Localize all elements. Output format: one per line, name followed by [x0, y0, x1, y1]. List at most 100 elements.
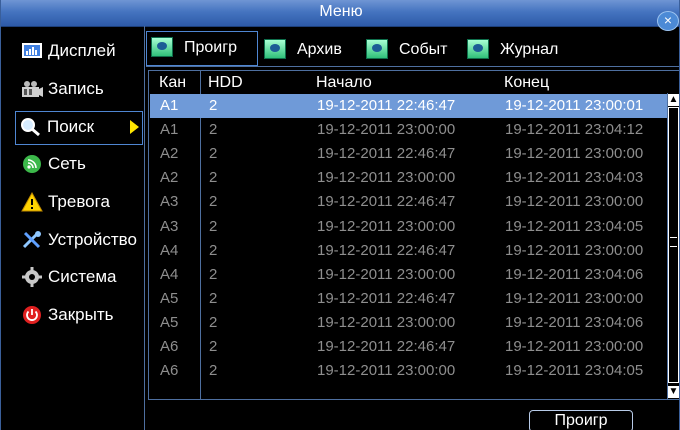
sidebar-item-label: Система: [48, 267, 117, 286]
tab-playback[interactable]: Проигр: [146, 31, 258, 66]
table-row[interactable]: A5 2 19-12-2011 22:46:47 19-12-2011 23:00:0…: [150, 287, 669, 311]
sidebar-item-network[interactable]: Сеть: [17, 149, 145, 179]
sidebar-item-label: Поиск: [47, 117, 95, 136]
cell-channel: A4: [160, 241, 179, 259]
column-header-channel: Кан: [159, 74, 187, 91]
cell-start: 19-12-2011 23:00:00: [317, 121, 456, 139]
network-icon: [21, 154, 43, 174]
cell-end: 19-12-2011 23:04:06: [505, 313, 644, 331]
cell-start: 19-12-2011 23:00:00: [317, 265, 456, 283]
sidebar-item-alarm[interactable]: Тревога: [17, 187, 145, 217]
sidebar-item-label: Запись: [48, 79, 104, 98]
tab-archive[interactable]: Архив: [260, 34, 360, 64]
cell-end: 19-12-2011 23:00:00: [505, 193, 644, 211]
cell-end: 19-12-2011 23:04:12: [505, 121, 644, 139]
window-title: Меню: [319, 3, 363, 20]
scroll-down-button[interactable]: ▼: [668, 386, 679, 398]
camera-tab-icon: [151, 37, 173, 57]
cell-channel: A5: [160, 313, 179, 331]
cell-hdd: 2: [209, 145, 218, 163]
table-row[interactable]: A3 2 19-12-2011 23:00:00 19-12-2011 23:04:0…: [150, 215, 669, 239]
sidebar-item-search[interactable]: Поиск: [15, 111, 143, 145]
cell-end: 19-12-2011 23:00:00: [505, 338, 644, 355]
scroll-up-button[interactable]: ▲: [668, 94, 679, 106]
tab-log[interactable]: Журнал: [463, 34, 583, 64]
table-row[interactable]: A4 2 19-12-2011 22:46:47 19-12-2011 23:00:0…: [150, 239, 669, 263]
chevron-up-icon: ▲: [668, 94, 679, 105]
sidebar-item-label: Закрыть: [48, 305, 114, 324]
camera-tab-icon: [467, 39, 489, 59]
cell-hdd: 2: [209, 97, 218, 114]
cell-channel: A4: [160, 265, 179, 283]
sidebar-item-label: Дисплей: [48, 41, 116, 60]
cell-channel: A3: [160, 193, 179, 211]
table-row[interactable]: A4 2 19-12-2011 23:00:00 19-12-2011 23:04:0…: [150, 263, 669, 287]
recordings-table: Кан HDD Начало Конец A1 2 19-12-2011 22:46…: [148, 70, 679, 400]
title-bar: Меню ×: [1, 0, 679, 31]
column-header-hdd: HDD: [208, 74, 243, 91]
cell-hdd: 2: [209, 193, 218, 211]
cell-channel: A2: [160, 145, 179, 163]
cell-start: 19-12-2011 22:46:47: [317, 193, 456, 211]
tab-events[interactable]: Событ: [362, 34, 462, 64]
table-scrollbar[interactable]: ▲ ▼: [667, 93, 679, 399]
display-icon: [21, 41, 43, 61]
table-row[interactable]: A2 2 19-12-2011 23:00:00 19-12-2011 23:04:0…: [150, 166, 669, 190]
cell-hdd: 2: [209, 121, 218, 139]
cell-start: 19-12-2011 23:00:00: [317, 362, 456, 380]
tab-label: Архив: [297, 41, 342, 58]
sidebar-item-label: Устройство: [48, 230, 137, 249]
cell-end: 19-12-2011 23:00:00: [505, 289, 644, 307]
cell-end: 19-12-2011 23:04:05: [505, 362, 644, 380]
sidebar-item-label: Тревога: [48, 192, 110, 211]
cell-start: 19-12-2011 22:46:47: [317, 289, 456, 307]
tab-label: Проигр: [184, 39, 237, 56]
cell-start: 19-12-2011 22:46:47: [317, 241, 456, 259]
cell-hdd: 2: [209, 241, 218, 259]
sidebar-item-close[interactable]: Закрыть: [17, 300, 145, 330]
sidebar-item-device[interactable]: Устройство: [17, 225, 145, 255]
sidebar-item-display[interactable]: Дисплей: [17, 36, 145, 66]
cell-start: 19-12-2011 22:46:47: [317, 145, 456, 163]
table-header: Кан HDD Начало Конец: [149, 71, 679, 93]
chevron-down-icon: ▼: [668, 386, 679, 397]
cell-channel: A1: [160, 97, 179, 114]
table-row[interactable]: A2 2 19-12-2011 22:46:47 19-12-2011 23:00:0…: [150, 142, 669, 166]
table-row[interactable]: A3 2 19-12-2011 22:46:47 19-12-2011 23:00:0…: [150, 190, 669, 214]
cell-end: 19-12-2011 23:04:05: [505, 217, 644, 235]
table-row[interactable]: A5 2 19-12-2011 23:00:00 19-12-2011 23:04:0…: [150, 311, 669, 335]
table-row[interactable]: A6 2 19-12-2011 23:00:00 19-12-2011 23:04:0…: [150, 359, 669, 383]
gear-icon: [21, 267, 43, 287]
table-row[interactable]: A1 2 19-12-2011 23:00:00 19-12-2011 23:04:1…: [150, 118, 669, 142]
cell-hdd: 2: [209, 265, 218, 283]
cell-channel: A1: [160, 121, 179, 139]
cell-hdd: 2: [209, 169, 218, 187]
power-icon: [21, 305, 43, 325]
record-icon: [21, 79, 43, 99]
cell-end: 19-12-2011 23:00:01: [505, 97, 644, 114]
sidebar-item-label: Сеть: [48, 154, 86, 173]
scroll-thumb[interactable]: [668, 107, 679, 383]
table-row[interactable]: A1 2 19-12-2011 22:46:47 19-12-2011 23:00:0…: [150, 94, 669, 118]
cell-hdd: 2: [209, 217, 218, 235]
tab-label: Журнал: [500, 41, 559, 58]
camera-tab-icon: [264, 39, 286, 59]
cell-hdd: 2: [209, 362, 218, 380]
play-button[interactable]: Проигр: [529, 410, 633, 430]
search-icon: [20, 117, 42, 137]
close-button[interactable]: ×: [657, 11, 679, 31]
device-icon: [21, 230, 43, 250]
sidebar-item-system[interactable]: Система: [17, 262, 145, 292]
cell-start: 19-12-2011 22:46:47: [317, 338, 456, 355]
cell-start: 19-12-2011 23:00:00: [317, 217, 456, 235]
sidebar-item-record[interactable]: Запись: [17, 74, 145, 104]
close-icon: ×: [663, 12, 673, 28]
column-header-start: Начало: [316, 74, 372, 91]
table-row[interactable]: A6 2 19-12-2011 22:46:47 19-12-2011 23:00:0…: [150, 335, 669, 359]
camera-tab-icon: [366, 39, 388, 59]
sidebar: Дисплей Запись Поиск Сеть Тревога Устрой…: [11, 26, 145, 430]
cell-end: 19-12-2011 23:00:00: [505, 241, 644, 259]
column-header-end: Конец: [504, 74, 550, 91]
alarm-icon: [21, 191, 43, 212]
cell-end: 19-12-2011 23:04:03: [505, 169, 644, 187]
